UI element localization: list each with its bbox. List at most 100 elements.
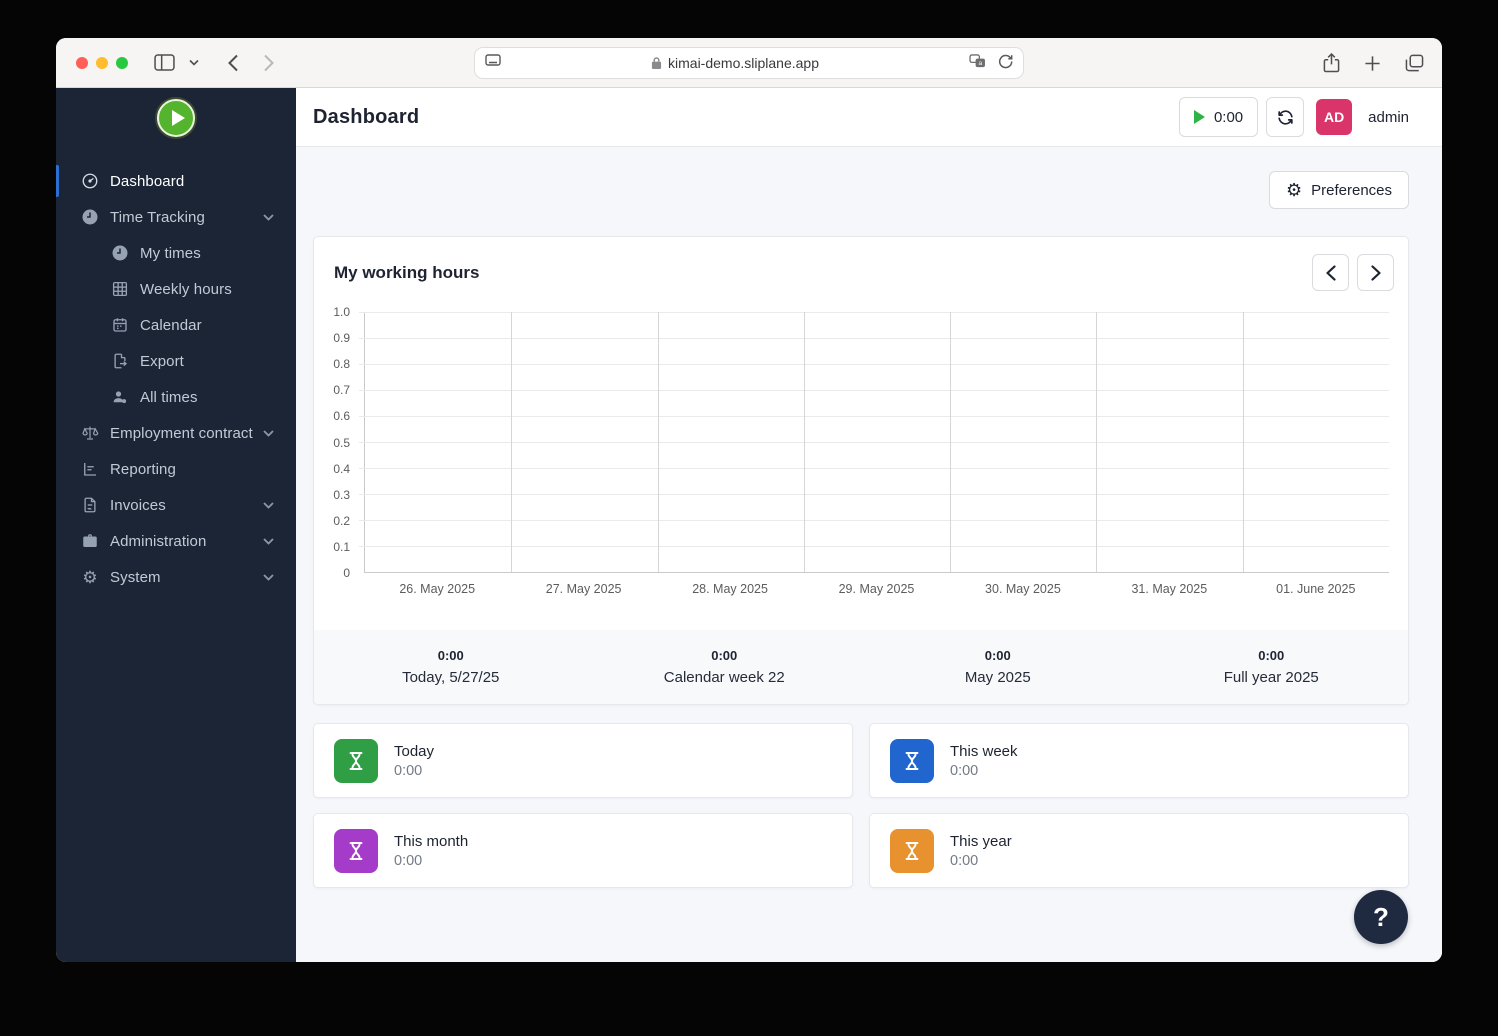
summary-value: 0:00	[1135, 648, 1409, 663]
sidebar-item-dashboard[interactable]: Dashboard	[56, 163, 296, 199]
zoom-window-button[interactable]	[116, 57, 128, 69]
scales-icon	[80, 424, 100, 442]
tab-group-chevron-icon[interactable]	[189, 59, 199, 66]
gridline	[804, 312, 805, 572]
desktop-background: kimai-demo.sliplane.app a	[0, 0, 1498, 1036]
help-button[interactable]: ?	[1354, 890, 1408, 944]
sidebar-item-label: System	[110, 569, 161, 586]
stat-text: Today 0:00	[394, 743, 434, 779]
sidebar-item-label: Weekly hours	[140, 281, 232, 298]
briefcase-icon	[80, 532, 100, 550]
users-icon	[110, 388, 130, 406]
preferences-button[interactable]: ⚙ Preferences	[1269, 171, 1409, 209]
sidebar-item-label: Export	[140, 353, 184, 370]
summary-today: 0:00 Today, 5/27/25	[314, 648, 588, 686]
sidebar-item-weekly-hours[interactable]: Weekly hours	[56, 271, 296, 307]
sidebar-nav: Dashboard Time Tracking	[56, 163, 296, 595]
stat-label: This month	[394, 833, 468, 850]
chart-pagination	[1312, 254, 1394, 291]
stat-text: This week 0:00	[950, 743, 1018, 779]
new-tab-icon[interactable]	[1364, 55, 1381, 72]
stat-card-this-month: This month 0:00	[313, 813, 853, 888]
sidebar-item-time-tracking[interactable]: Time Tracking	[56, 199, 296, 235]
header-actions: 0:00 AD admin	[1179, 97, 1409, 137]
stat-text: This month 0:00	[394, 833, 468, 869]
tab-overview-icon[interactable]	[1405, 54, 1424, 72]
urlbar-actions: a	[969, 53, 1013, 74]
main-content: Dashboard 0:00 AD admin	[296, 88, 1442, 962]
sidebar-item-label: Calendar	[140, 317, 202, 334]
reload-icon[interactable]	[998, 53, 1013, 74]
chevron-down-icon	[263, 214, 274, 221]
x-tick-label: 29. May 2025	[803, 582, 949, 596]
hourglass-icon	[890, 829, 934, 873]
gridline	[359, 312, 1389, 313]
y-tick-label: 0.4	[333, 462, 350, 476]
sidebar-item-invoices[interactable]: Invoices	[56, 487, 296, 523]
next-period-button[interactable]	[1357, 254, 1394, 291]
stat-value: 0:00	[394, 763, 434, 779]
timer-value: 0:00	[1214, 109, 1243, 126]
gear-icon: ⚙	[80, 569, 100, 586]
previous-period-button[interactable]	[1312, 254, 1349, 291]
start-timer-button[interactable]: 0:00	[1179, 97, 1258, 137]
chevron-left-icon	[1326, 265, 1336, 281]
gridline	[511, 312, 512, 572]
stat-cards-grid: Today 0:00 This week 0:00	[313, 723, 1409, 888]
sidebar-item-reporting[interactable]: Reporting	[56, 451, 296, 487]
y-tick-label: 0.9	[333, 331, 350, 345]
user-avatar[interactable]: AD	[1316, 99, 1352, 135]
dashboard-page: ⚙ Preferences My working hours	[296, 147, 1442, 962]
file-export-icon	[110, 352, 130, 370]
sidebar-item-my-times[interactable]: My times	[56, 235, 296, 271]
refresh-button[interactable]	[1266, 97, 1304, 137]
forward-button-icon[interactable]	[263, 54, 275, 72]
x-tick-label: 26. May 2025	[364, 582, 510, 596]
sidebar-item-all-times[interactable]: All times	[56, 379, 296, 415]
chevron-down-icon	[263, 538, 274, 545]
gridline	[359, 364, 1389, 365]
stat-text: This year 0:00	[950, 833, 1012, 869]
clock-icon	[110, 244, 130, 262]
sidebar-item-label: Employment contract	[110, 425, 253, 442]
refresh-icon	[1276, 108, 1295, 127]
close-window-button[interactable]	[76, 57, 88, 69]
dashboard-icon	[80, 172, 100, 190]
app-logo[interactable]	[56, 88, 296, 163]
hourglass-icon	[890, 739, 934, 783]
gridline	[950, 312, 951, 572]
sidebar-item-system[interactable]: ⚙ System	[56, 559, 296, 595]
page-format-icon[interactable]	[485, 54, 501, 73]
sidebar-item-administration[interactable]: Administration	[56, 523, 296, 559]
stat-label: This year	[950, 833, 1012, 850]
sidebar-toggle-icon[interactable]	[154, 54, 175, 71]
sidebar-item-label: Dashboard	[110, 173, 184, 190]
gridline	[359, 390, 1389, 391]
gear-icon: ⚙	[1286, 181, 1302, 199]
x-tick-label: 01. June 2025	[1243, 582, 1389, 596]
card-title: My working hours	[334, 263, 479, 283]
stat-value: 0:00	[394, 853, 468, 869]
sidebar-item-export[interactable]: Export	[56, 343, 296, 379]
kimai-logo-icon	[157, 99, 195, 137]
address-bar[interactable]: kimai-demo.sliplane.app a	[474, 47, 1024, 79]
share-icon[interactable]	[1323, 53, 1340, 73]
stat-value: 0:00	[950, 853, 1012, 869]
back-button-icon[interactable]	[227, 54, 239, 72]
svg-text:a: a	[978, 60, 982, 67]
summary-label: May 2025	[861, 669, 1135, 686]
sidebar-item-employment-contract[interactable]: Employment contract	[56, 415, 296, 451]
calendar-icon	[110, 316, 130, 334]
gridline	[359, 494, 1389, 495]
user-name[interactable]: admin	[1368, 109, 1409, 126]
y-tick-label: 0.8	[333, 357, 350, 371]
translate-icon[interactable]: a	[969, 54, 986, 73]
gridline	[359, 416, 1389, 417]
preferences-label: Preferences	[1311, 182, 1392, 199]
summary-year: 0:00 Full year 2025	[1135, 648, 1409, 686]
minimize-window-button[interactable]	[96, 57, 108, 69]
gridline	[359, 468, 1389, 469]
hourglass-icon	[334, 739, 378, 783]
sidebar-item-calendar[interactable]: Calendar	[56, 307, 296, 343]
stat-label: Today	[394, 743, 434, 760]
